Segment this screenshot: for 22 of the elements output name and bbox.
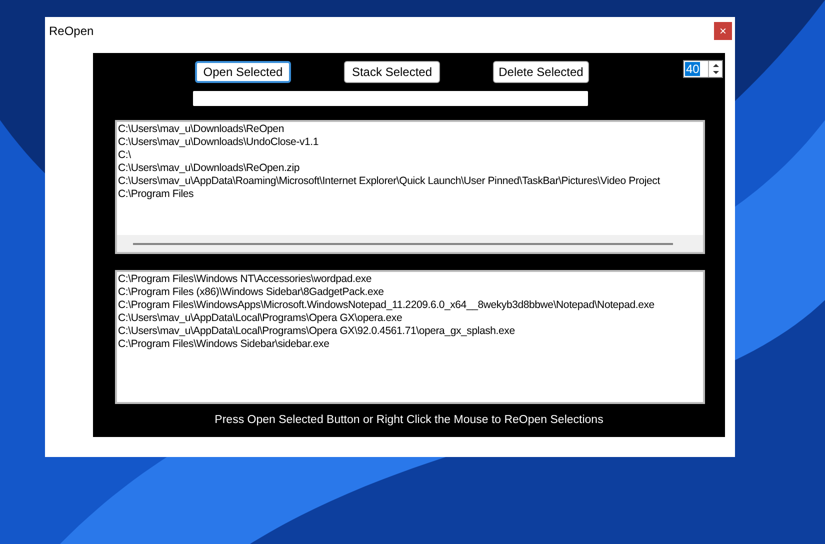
folder-path-item[interactable]: C:\Users\mav_u\Downloads\ReOpen [118, 123, 703, 136]
action-button[interactable]: Delete Selected [493, 61, 589, 83]
folder-path-item[interactable]: C:\Users\mav_u\Downloads\UndoClose-v1.1 [118, 136, 703, 149]
action-button[interactable]: Stack Selected [344, 61, 440, 83]
spin-value[interactable]: 40 [685, 62, 700, 76]
folder-path-item[interactable]: C:\Program Files [118, 188, 703, 201]
program-path-item[interactable]: C:\Users\mav_u\AppData\Local\Programs\Opera GX\opera.exe [118, 312, 703, 325]
status-text: Press Open Selected Button or Right Click the Mouse to ReOpen Selections [214, 412, 604, 428]
folder-path-item[interactable]: C:\Users\mav_u\Downloads\ReOpen.zip [118, 162, 703, 175]
folder-path-item[interactable]: C:\ [118, 149, 703, 162]
program-path-item[interactable]: C:\Program Files\Windows Sidebar\sidebar.exe [118, 338, 703, 351]
path-input-field[interactable] [193, 91, 588, 106]
action-button[interactable]: Open Selected [195, 61, 291, 83]
program-path-item[interactable]: C:\Program Files\WindowsApps\Microsoft.WindowsNotepad_11.2209.6.0_x64__8wekyb3d8bbwe\Notepad\Notepad.exe [118, 299, 703, 312]
program-path-item[interactable]: C:\Program Files\Windows NT\Accessories\wordpad.exe [118, 273, 703, 286]
window-title: ReOpen [49, 23, 94, 40]
program-path-item[interactable]: C:\Users\mav_u\AppData\Local\Programs\Opera GX\92.0.4561.71\opera_gx_splash.exe [118, 325, 703, 338]
spin-arrows-icon[interactable] [708, 61, 722, 77]
program-path-item[interactable]: C:\Program Files (x86)\Windows Sidebar\8GadgetPack.exe [118, 286, 703, 299]
folder-path-item[interactable]: C:\Users\mav_u\AppData\Roaming\Microsoft\Internet Explorer\Quick Launch\User Pinned\TaskBar\Pictures\Video Project [118, 175, 703, 188]
close-button[interactable]: × [714, 22, 732, 40]
horizontal-scrollbar[interactable] [117, 235, 703, 252]
